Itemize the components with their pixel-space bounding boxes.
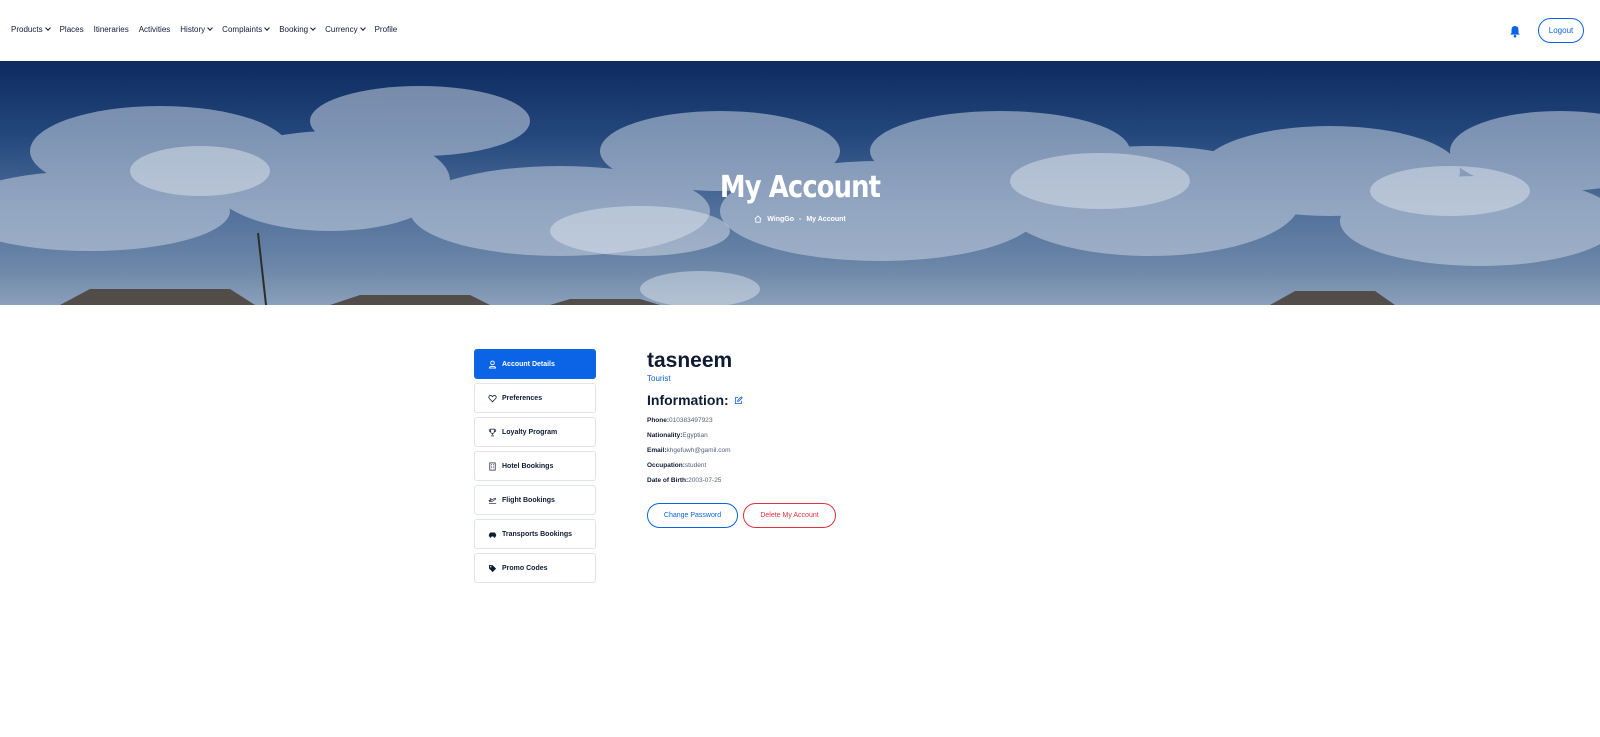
nav-item-itineraries[interactable]: Itineraries	[94, 25, 129, 34]
sidebar-item-hotel-bookings[interactable]: Hotel Bookings	[474, 451, 596, 481]
car-icon	[488, 532, 497, 538]
breadcrumb-current: My Account	[806, 215, 846, 223]
user-icon	[488, 360, 497, 369]
information-heading-label: Information:	[647, 392, 729, 408]
info-label: Occupation:	[647, 462, 685, 469]
nav-item-label: Booking	[279, 25, 309, 34]
nav-item-label: Profile	[374, 25, 398, 34]
chevron-down-icon	[359, 25, 366, 31]
account-actions: Change Password Delete My Account	[647, 503, 836, 528]
sidebar-item-transports-bookings[interactable]: Transports Bookings	[474, 519, 596, 549]
trophy-icon	[488, 428, 497, 436]
chevron-down-icon	[207, 25, 214, 31]
nav-item-activities[interactable]: Activities	[139, 25, 171, 34]
sidebar-item-loyalty-program[interactable]: Loyalty Program	[474, 417, 596, 447]
tag-icon	[488, 564, 497, 572]
info-label: Date of Birth:	[647, 477, 689, 484]
sidebar-item-label: Hotel Bookings	[502, 462, 554, 470]
info-row-email: Email:khgefuwh@gamil.com	[647, 446, 836, 461]
nav-item-label: Complaints	[222, 25, 263, 34]
information-heading: Information:	[647, 392, 836, 408]
nav-item-label: Products	[11, 25, 43, 34]
info-label: Phone:	[647, 417, 670, 424]
nav-item-label: Itineraries	[93, 25, 129, 34]
info-row-date-of-birth: Date of Birth:2003-07-25	[647, 476, 836, 491]
plane-icon	[488, 497, 497, 504]
breadcrumb: WingGo - My Account	[0, 215, 1600, 223]
edit-icon[interactable]	[734, 395, 743, 405]
sidebar-item-label: Transports Bookings	[502, 530, 573, 538]
nav-item-label: History	[180, 25, 206, 34]
info-value: student	[684, 462, 707, 469]
info-value: 01038349792З	[669, 417, 713, 424]
nav-item-booking[interactable]: Booking	[279, 25, 316, 34]
info-value: Egyptian	[682, 432, 708, 439]
home-icon	[754, 215, 762, 223]
sidebar-item-label: Preferences	[502, 394, 543, 402]
chevron-down-icon	[310, 25, 316, 31]
breadcrumb-home-link[interactable]: WingGo	[767, 216, 794, 223]
info-label: Email:	[647, 447, 667, 454]
nav-item-history[interactable]: History	[180, 25, 214, 34]
sidebar-item-label: Account Details	[502, 360, 555, 368]
info-row-occupation: Occupation:student	[647, 461, 836, 476]
sidebar-item-label: Promo Codes	[502, 564, 548, 572]
nav-item-label: Places	[59, 25, 84, 34]
nav-item-currency[interactable]: Currency	[325, 25, 366, 34]
information-list: Phone:01038349792З Nationality:Egyptian …	[647, 416, 836, 491]
breadcrumb-separator: -	[799, 215, 802, 223]
info-row-nationality: Nationality:Egyptian	[647, 431, 836, 446]
sidebar-item-label: Loyalty Program	[502, 428, 558, 436]
info-label: Nationality:	[647, 432, 683, 439]
nav-item-complaints[interactable]: Complaints	[222, 25, 271, 34]
user-role: Tourist	[647, 374, 671, 383]
sidebar-item-promo-codes[interactable]: Promo Codes	[474, 553, 596, 583]
heart-icon	[488, 394, 497, 402]
building-icon	[489, 462, 496, 470]
change-password-button[interactable]: Change Password	[647, 503, 738, 528]
info-value: 2003-07-25	[688, 477, 722, 484]
nav-item-label: Activities	[138, 25, 171, 34]
username-heading: tasneem	[647, 349, 733, 372]
account-details-panel: tasneem Tourist Information: Phone:01038…	[647, 348, 836, 528]
logout-button[interactable]: Logout	[1538, 18, 1584, 43]
sidebar-item-flight-bookings[interactable]: Flight Bookings	[474, 485, 596, 515]
nav-item-products[interactable]: Products	[11, 25, 51, 34]
chevron-down-icon	[44, 25, 51, 31]
nav-menu: Products Places Itineraries Activities H…	[11, 25, 407, 34]
chevron-down-icon	[264, 25, 271, 31]
account-sidebar: Account Details Preferences Loyalty Prog…	[474, 349, 596, 587]
sidebar-item-account-details[interactable]: Account Details	[474, 349, 596, 379]
nav-item-profile[interactable]: Profile	[375, 25, 398, 34]
sidebar-item-preferences[interactable]: Preferences	[474, 383, 596, 413]
delete-account-button[interactable]: Delete My Account	[743, 503, 836, 528]
sidebar-item-label: Flight Bookings	[502, 496, 555, 504]
hero-banner: My Account WingGo - My Account	[0, 61, 1600, 305]
bell-icon[interactable]	[1509, 25, 1521, 38]
page-title: My Account	[719, 170, 881, 205]
info-row-phone: Phone:01038349792З	[647, 416, 836, 431]
nav-item-places[interactable]: Places	[60, 25, 84, 34]
nav-item-label: Currency	[325, 25, 358, 34]
top-navbar: Products Places Itineraries Activities H…	[0, 0, 1600, 61]
info-value: khgefuwh@gamil.com	[666, 447, 731, 454]
